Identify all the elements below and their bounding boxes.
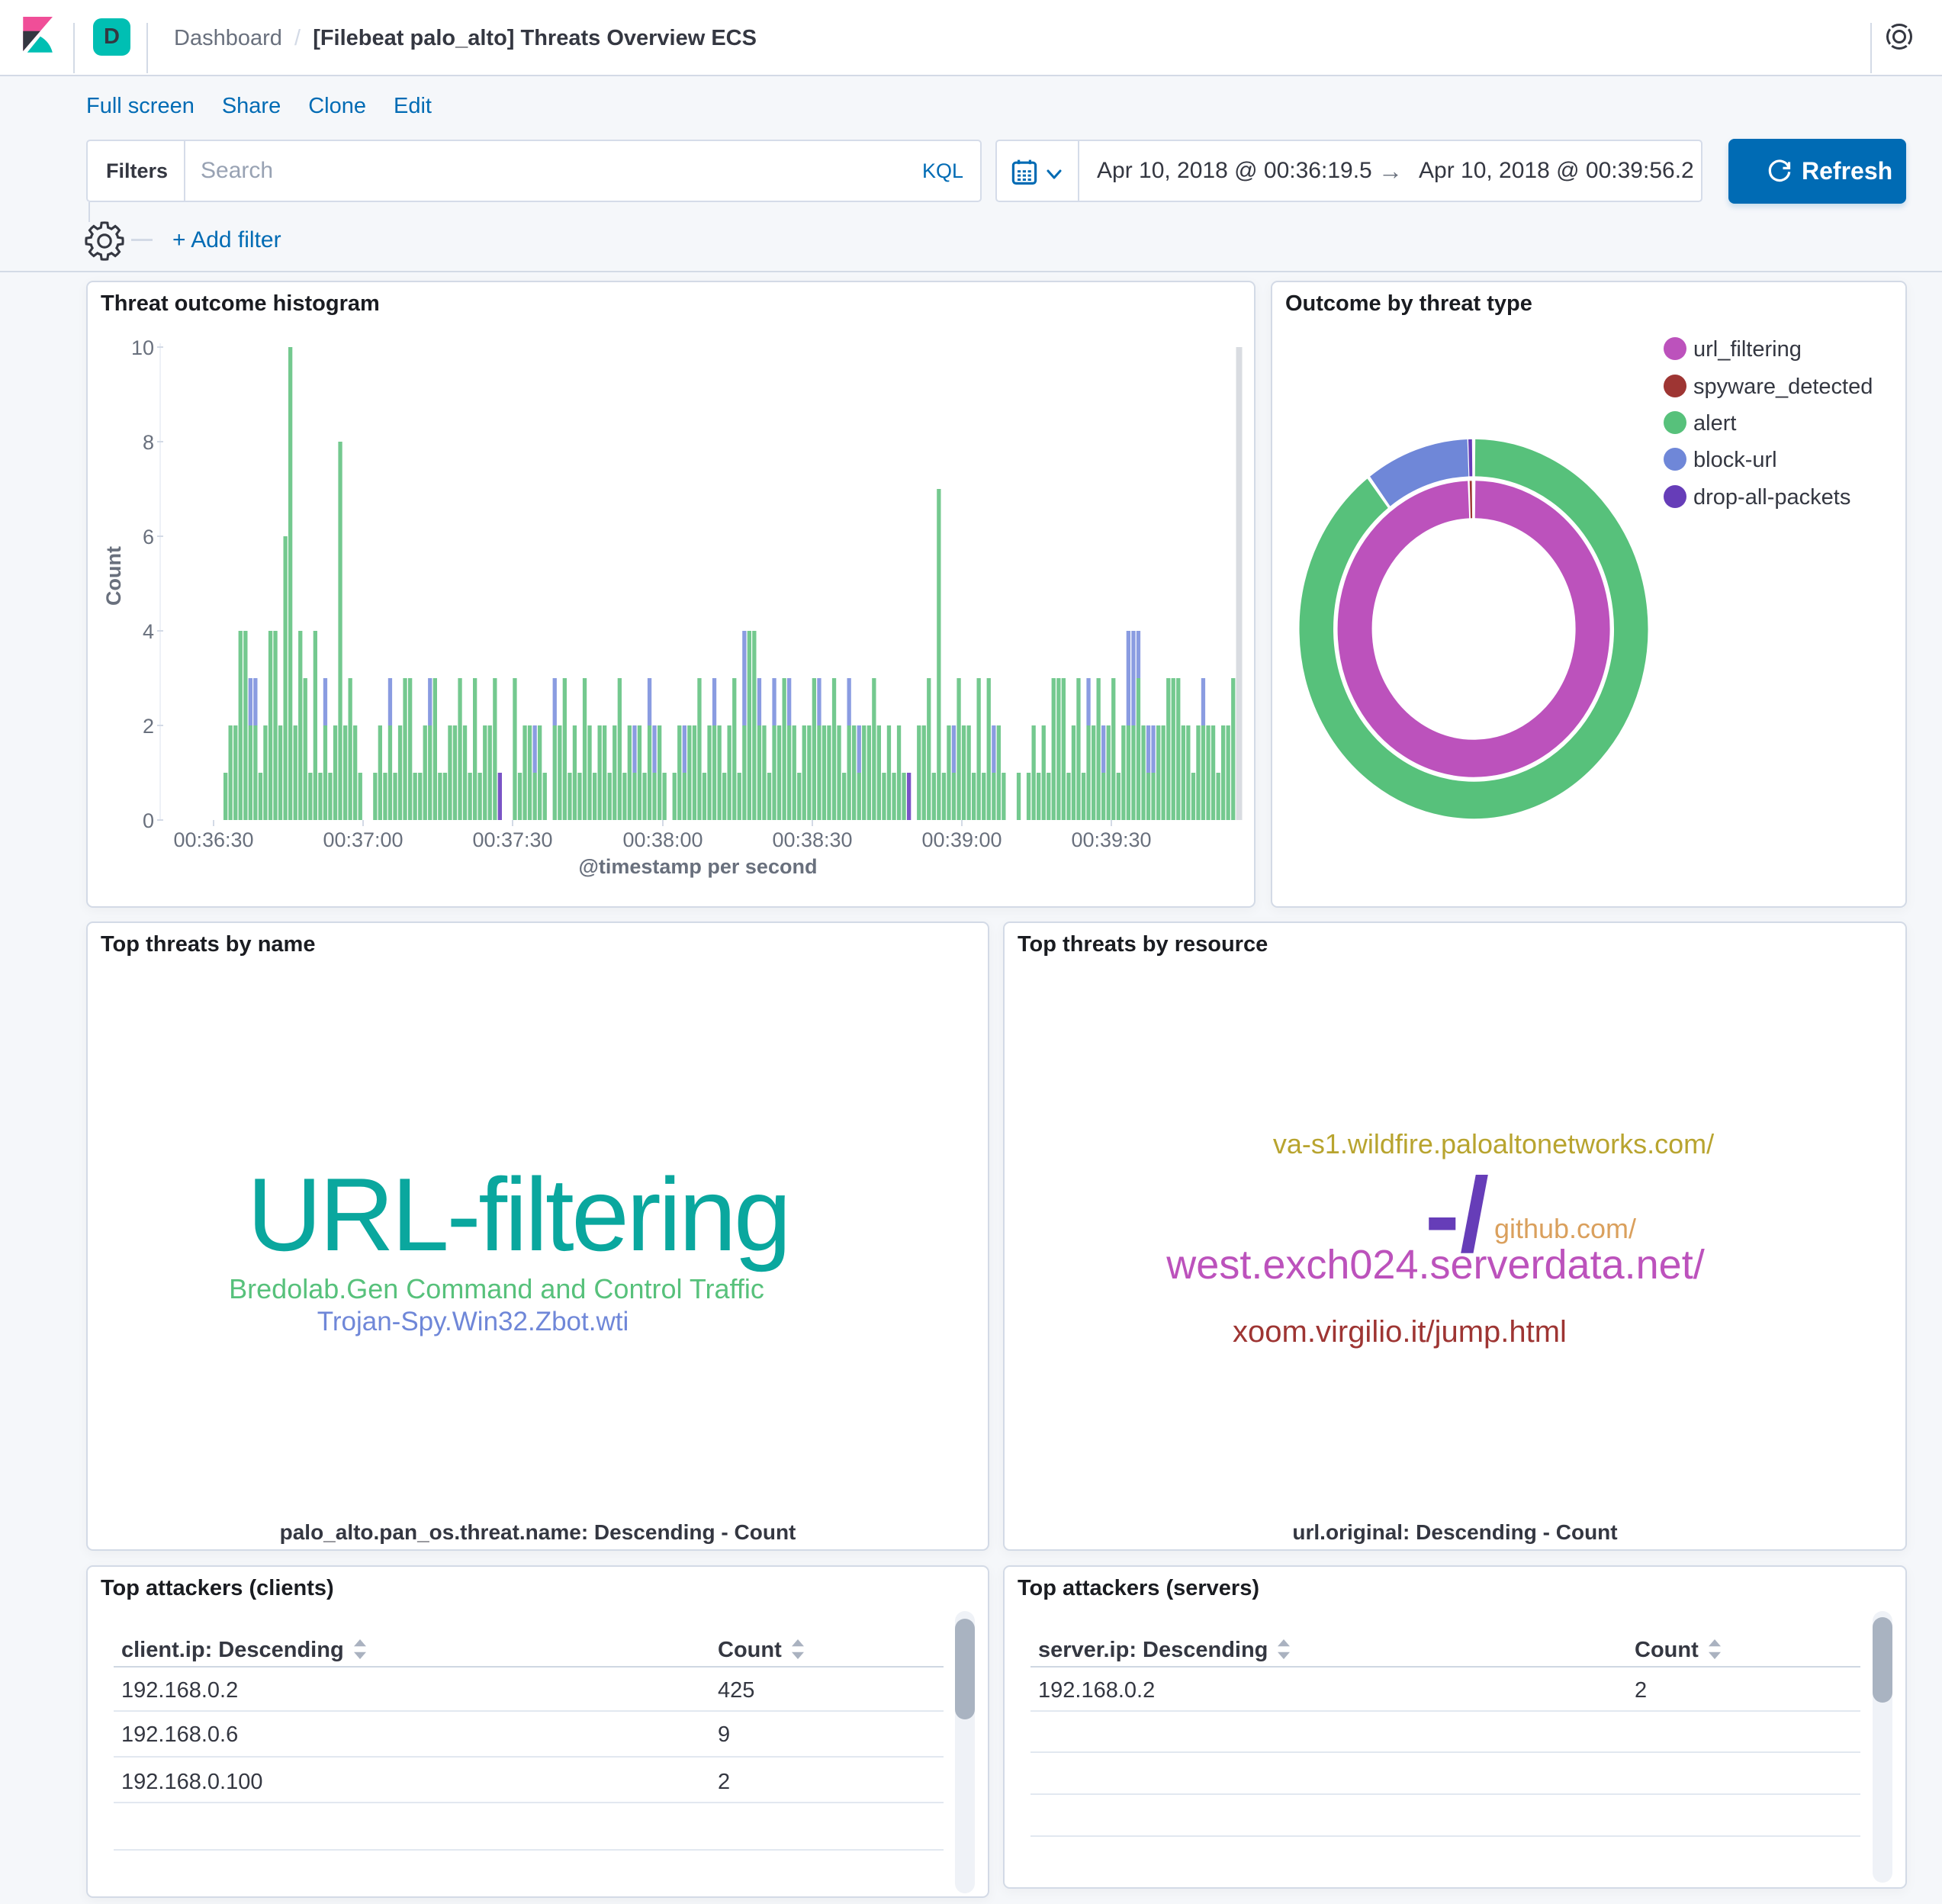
- svg-text:block-url: block-url: [1693, 448, 1777, 472]
- svg-text:alert: alert: [1693, 411, 1736, 436]
- svg-text:drop-all-packets: drop-all-packets: [1693, 485, 1850, 510]
- svg-text:spyware_detected: spyware_detected: [1693, 375, 1873, 399]
- svg-text:url_filtering: url_filtering: [1693, 337, 1802, 362]
